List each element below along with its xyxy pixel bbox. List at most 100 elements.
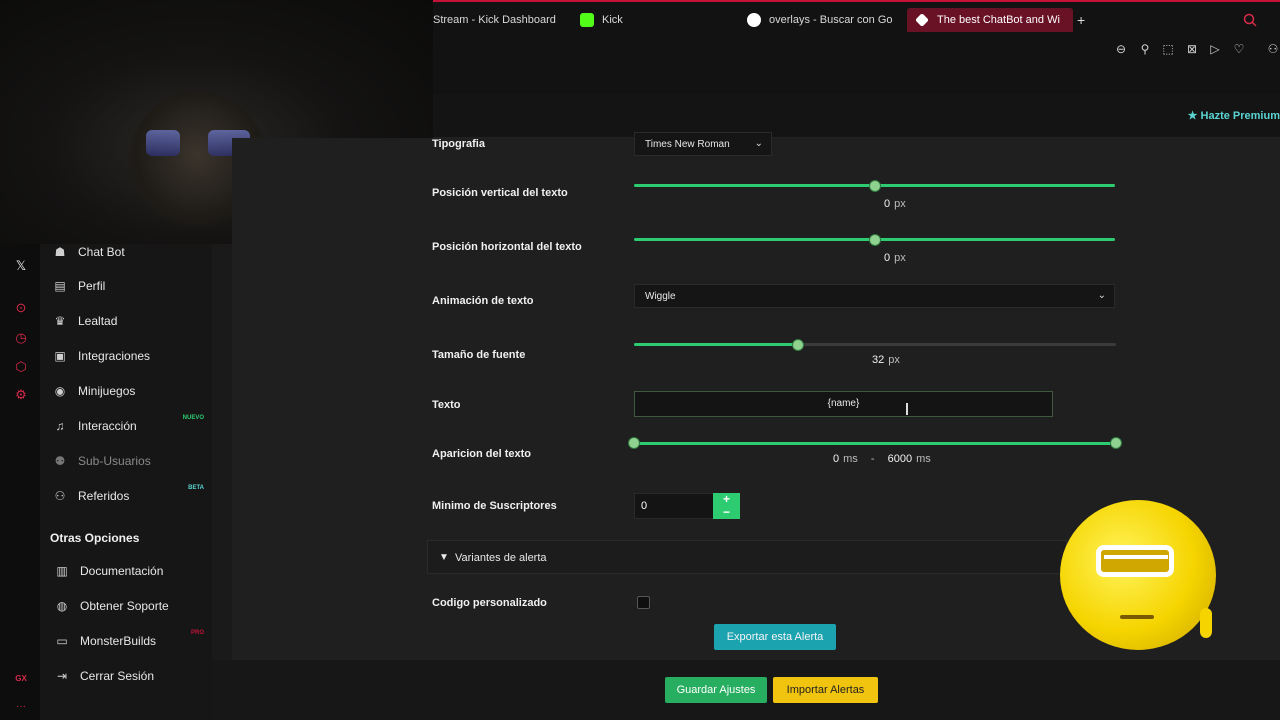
sidebar-item-documentacion[interactable]: ▥ Documentación [54,560,214,582]
text-appearance-min-handle[interactable] [628,437,640,449]
site-header: ★ Hazte Premium [433,94,1280,138]
vertical-position-unit: px [894,198,906,210]
emoji-overlay [1060,500,1216,650]
google-icon [747,13,761,27]
alert-variants-label: Variantes de alerta [455,552,547,564]
text-appearance-unit: ms [916,453,931,465]
screen: Stream - Kick Dashboard Kick overlays - … [0,0,1280,720]
sidebar-item-lealtad[interactable]: ♛ Lealtad [52,310,212,332]
typography-select[interactable]: Times New Roman ⌄ [634,132,772,156]
tab-label: The best ChatBot and Wi [937,14,1060,26]
tab-label: overlays - Buscar con Go [769,14,893,26]
import-alerts-button[interactable]: Importar Alertas [773,677,878,703]
search-icon[interactable] [1243,8,1257,32]
support-icon: ◍ [56,599,68,613]
sidebar-item-perfil[interactable]: ▤ Perfil [52,275,212,297]
chevron-down-icon: ⌄ [754,138,763,149]
horizontal-position-readout: 0 px [884,252,906,264]
chevron-down-icon: ▼ [439,552,449,563]
kick-logo-icon [580,13,594,27]
gx-logo[interactable]: GX [13,671,29,687]
sidebar-item-label: Minijuegos [78,384,136,398]
sidebar-item-label: Referidos [78,489,130,503]
heart-icon[interactable]: ♡ [1232,42,1246,56]
vertical-position-handle[interactable] [868,180,881,192]
sidebar-item-label: MonsterBuilds [80,634,157,648]
play-icon[interactable]: ▷ [1208,42,1222,56]
emoji-eyes [1096,545,1174,577]
star-icon: ★ [1187,110,1198,122]
premium-label: Hazte Premium [1200,110,1280,122]
font-size-readout: 32 px [872,354,900,366]
tab-google-search[interactable]: overlays - Buscar con Go [747,8,895,32]
text-appearance-label: Aparicion del texto [432,448,532,460]
premium-link[interactable]: ★ Hazte Premium [1188,109,1280,122]
min-subscribers-stepper[interactable]: + − [713,493,740,519]
text-animation-label: Animación de texto [432,295,534,307]
sidebar-item-cerrar-sesion[interactable]: ⇥ Cerrar Sesión [54,665,214,687]
font-size-fill [634,343,798,346]
sidebar-item-label: Interacción [78,419,137,433]
emoji-eye-line [1104,555,1168,559]
settings-gear-icon[interactable]: ⚙ [13,387,29,403]
people-icon: ⚇ [54,489,66,503]
text-appearance-readout: 0 ms - 6000 ms [833,453,931,465]
sidebar-item-soporte[interactable]: ◍ Obtener Soporte [54,595,214,617]
alert-variants-toggle[interactable]: ▼ Variantes de alerta [427,540,1067,574]
extensions-icon[interactable]: ⬡ [13,359,29,375]
font-size-value: 32 [872,354,885,366]
save-settings-button[interactable]: Guardar Ajustes [665,677,767,703]
sidebar-item-label: Integraciones [78,349,151,363]
sidebar-item-label: Chat Bot [78,245,125,259]
zoom-out-icon[interactable]: ⊖ [1114,42,1128,56]
snapshot-icon[interactable]: ⬚ [1161,42,1175,56]
tab-label: Stream - Kick Dashboard [433,14,556,26]
sidebar-item-monsterbuilds[interactable]: ▭ MonsterBuilds PRO [54,630,214,652]
text-cursor [906,403,908,415]
text-label: Texto [432,399,461,411]
shield-icon[interactable]: ⊠ [1185,42,1199,56]
decrement-icon[interactable]: − [713,506,740,519]
text-animation-select[interactable]: Wiggle ⌄ [634,284,1115,308]
sidebar-item-chat-bot[interactable]: ☗ Chat Bot [52,241,212,263]
pin-icon[interactable]: ⚲ [1138,42,1152,56]
browser-toolbar [433,38,1280,94]
text-appearance-track[interactable] [634,442,1116,445]
tab-kick[interactable]: Kick [580,8,640,32]
text-appearance-unit: ms [843,453,858,465]
horizontal-position-unit: px [894,252,906,264]
x-icon[interactable]: 𝕏 [13,258,29,274]
min-subscribers-label: Minimo de Suscriptores [432,500,557,512]
min-subscribers-input[interactable]: 0 [634,493,714,519]
gamepad-icon: ◉ [54,384,66,398]
custom-code-checkbox[interactable] [637,596,650,609]
laptop-icon: ▭ [56,634,68,648]
vertical-position-label: Posición vertical del texto [432,187,568,199]
text-input[interactable]: {name} [634,391,1053,417]
export-alert-button[interactable]: Exportar esta Alerta [714,624,836,650]
account-icon[interactable]: ⚇ [1266,42,1280,56]
tab-stream-dashboard[interactable]: Stream - Kick Dashboard [433,8,563,32]
sidebar-item-sub-usuarios[interactable]: ⚉ Sub-Usuarios [52,450,212,472]
new-tab-button[interactable]: + [1077,8,1091,32]
more-options-icon[interactable]: ··· [13,699,29,715]
sidebar-item-integraciones[interactable]: ▣ Integraciones [52,345,212,367]
text-appearance-max-handle[interactable] [1110,437,1122,449]
sidebar-item-label: Lealtad [78,314,118,328]
player-icon[interactable]: ⊙ [13,300,29,316]
horizontal-position-label: Posición horizontal del texto [432,241,582,253]
history-icon[interactable]: ◷ [13,330,29,346]
beta-badge: BETA [188,485,204,491]
sidebar-item-minijuegos[interactable]: ◉ Minijuegos [52,380,212,402]
horizontal-position-handle[interactable] [868,234,881,246]
sidebar-item-referidos[interactable]: ⚇ Referidos BETA [52,485,212,507]
gx-sidebar: 𝕏 ⊙ ◷ ⬡ ⚙ GX ··· [0,244,40,720]
sidebar-item-interaccion[interactable]: ♫ Interacción NUEVO [52,415,212,437]
font-size-handle[interactable] [791,339,804,351]
tab-chatbot[interactable]: The best ChatBot and Wi [907,8,1073,32]
book-icon: ▥ [56,564,68,578]
other-options-title: Otras Opciones [50,531,140,545]
sidebar-item-label: Obtener Soporte [80,599,169,613]
font-size-unit: px [888,354,900,366]
font-size-label: Tamaño de fuente [432,349,526,361]
